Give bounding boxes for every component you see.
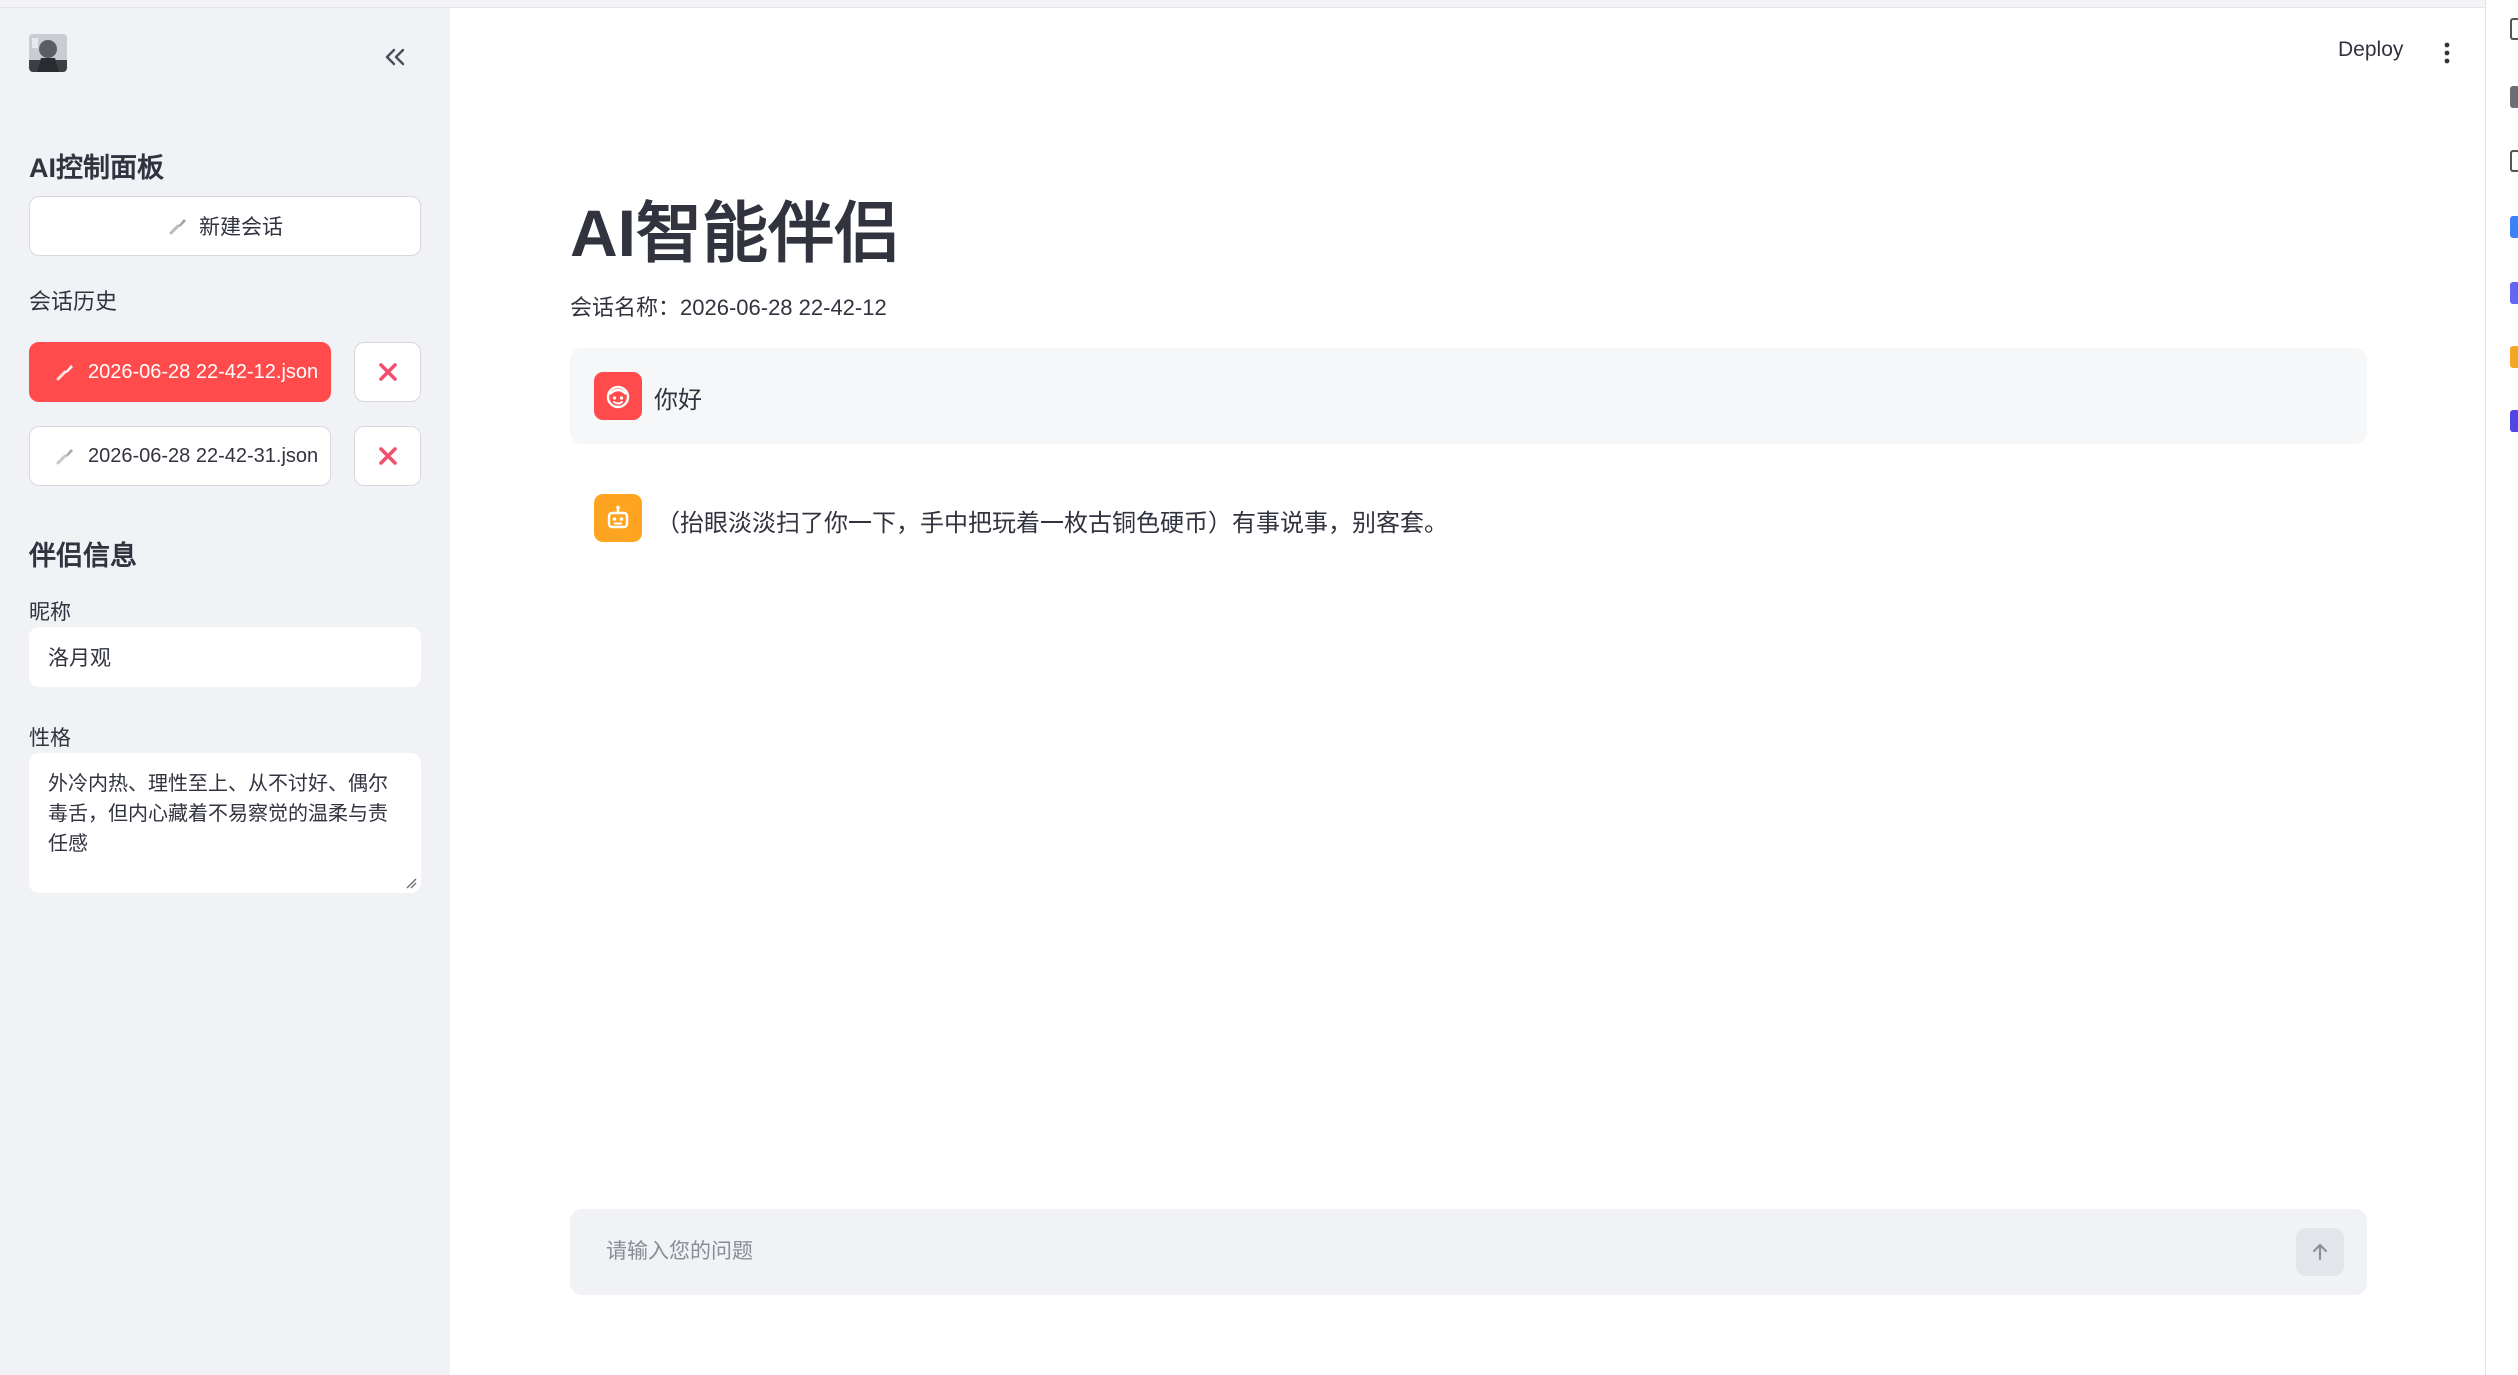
history-item-1[interactable]: 2026-06-28 22-42-12.json (29, 342, 331, 402)
double-chevron-left-icon (385, 48, 405, 66)
session-name: 会话名称：2026-06-28 22-42-12 (570, 295, 887, 320)
robot-icon (607, 505, 629, 529)
browser-top-edge (0, 0, 2518, 8)
user-face-icon (606, 385, 630, 409)
new-chat-label: 新建会话 (199, 216, 283, 239)
toolbar-icon-7[interactable] (2510, 410, 2518, 432)
personality-textarea[interactable]: 外冷内热、理性至上、从不讨好、偶尔毒舌，但内心藏着不易察觉的温柔与责任感 (29, 753, 421, 893)
assistant-avatar (594, 494, 642, 542)
user-message-text: 你好 (654, 387, 702, 414)
personality-text: 外冷内热、理性至上、从不讨好、偶尔毒舌，但内心藏着不易察觉的温柔与责任感 (48, 773, 388, 855)
toolbar-icon-1[interactable] (2510, 18, 2518, 40)
history-item-label: 2026-06-28 22-42-12.json (88, 360, 319, 383)
send-button[interactable] (2296, 1228, 2344, 1276)
main-content: Deploy AI智能伴侣 会话名称：2026-06-28 22-42-12 你… (450, 8, 2485, 1375)
resize-handle-icon[interactable] (405, 877, 417, 889)
assistant-message-text: （抬眼淡淡扫了你一下，手中把玩着一枚古铜色硬币）有事说事，别客套。 (656, 510, 1448, 537)
chat-input-bar (570, 1209, 2367, 1295)
brush-icon (56, 365, 73, 381)
deploy-button[interactable]: Deploy (2338, 38, 2403, 62)
brush-icon (56, 449, 73, 465)
toolbar-icon-6[interactable] (2510, 346, 2518, 368)
personality-label: 性格 (29, 727, 71, 750)
main-menu-button[interactable] (2434, 38, 2460, 68)
chat-input[interactable] (606, 1209, 2256, 1295)
toolbar-icon-5[interactable] (2510, 282, 2518, 304)
browser-side-toolbar (2485, 0, 2518, 1375)
sidebar: AI控制面板 新建会话 会话历史 2026-06-28 22-42-12.jso… (0, 8, 450, 1375)
nickname-input[interactable] (29, 627, 421, 687)
page-title: AI智能伴侣 (570, 196, 900, 270)
chat-message-user: 你好 (570, 348, 2367, 444)
companion-info-heading: 伴侣信息 (29, 541, 137, 571)
toolbar-icon-3[interactable] (2510, 150, 2518, 172)
history-heading: 会话历史 (29, 289, 118, 314)
close-x-icon (378, 447, 397, 465)
kebab-menu-icon (2444, 42, 2450, 64)
toolbar-icon-2[interactable] (2510, 86, 2518, 108)
collapse-sidebar-button[interactable] (378, 40, 412, 74)
history-item-2[interactable]: 2026-06-28 22-42-31.json (29, 426, 331, 486)
arrow-up-icon (2312, 1243, 2328, 1261)
new-chat-button[interactable]: 新建会话 (29, 196, 421, 256)
history-item-label: 2026-06-28 22-42-31.json (88, 444, 319, 467)
close-x-icon (378, 363, 397, 381)
control-panel-heading: AI控制面板 (29, 153, 164, 183)
delete-history-2-button[interactable] (354, 426, 421, 486)
user-avatar (594, 372, 642, 420)
toolbar-icon-4[interactable] (2510, 216, 2518, 238)
delete-history-1-button[interactable] (354, 342, 421, 402)
app-logo (29, 34, 67, 72)
brush-icon (169, 219, 186, 235)
nickname-label: 昵称 (29, 601, 71, 624)
